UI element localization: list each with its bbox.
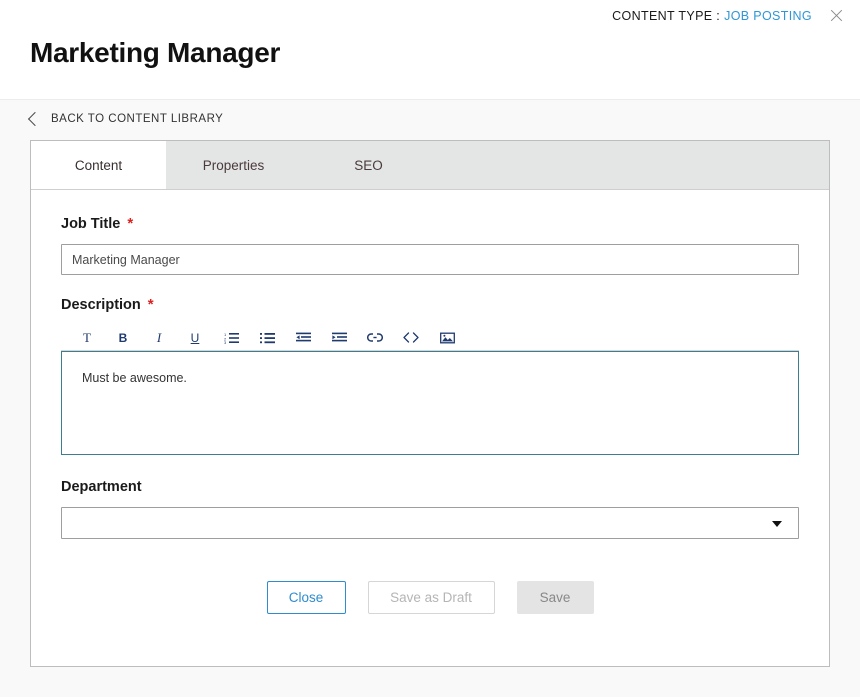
content-tab-panel: Job Title * Description * T B	[31, 190, 829, 614]
tab-bar: Content Properties SEO	[31, 141, 829, 190]
back-link-label: BACK TO CONTENT LIBRARY	[51, 113, 224, 125]
svg-text:3: 3	[224, 340, 227, 344]
back-nav-strip: BACK TO CONTENT LIBRARY	[0, 101, 860, 141]
editor-toolbar: T B I U 1 2 3	[61, 325, 799, 351]
outdent-icon[interactable]	[285, 326, 321, 350]
description-required-marker: *	[147, 296, 154, 313]
content-type-value[interactable]: JOB POSTING	[724, 9, 812, 23]
close-icon[interactable]	[829, 8, 844, 23]
department-select[interactable]	[61, 507, 799, 539]
indent-icon[interactable]	[321, 326, 357, 350]
link-icon[interactable]	[357, 326, 393, 350]
bold-glyph: B	[118, 330, 128, 345]
chevron-left-icon	[27, 111, 43, 126]
form-actions: Close Save as Draft Save	[61, 581, 799, 614]
department-select-wrap	[61, 507, 799, 539]
job-title-label: Job Title	[61, 216, 121, 232]
tab-content[interactable]: Content	[31, 141, 166, 189]
bold-icon[interactable]: B	[105, 326, 141, 350]
ordered-list-icon[interactable]: 1 2 3	[213, 326, 249, 350]
job-title-required-marker: *	[127, 215, 134, 232]
close-button[interactable]: Close	[266, 581, 346, 614]
department-label-row: Department	[61, 479, 799, 495]
back-to-content-library-link[interactable]: BACK TO CONTENT LIBRARY	[27, 111, 224, 126]
job-title-label-row: Job Title *	[61, 216, 799, 232]
tab-seo[interactable]: SEO	[301, 141, 436, 189]
job-title-input[interactable]	[61, 244, 799, 275]
underline-glyph: U	[190, 330, 200, 345]
tab-properties[interactable]: Properties	[166, 141, 301, 189]
unordered-list-icon[interactable]	[249, 326, 285, 350]
job-title-field-group: Job Title *	[61, 216, 799, 275]
page-header: CONTENT TYPE : JOB POSTING Marketing Man…	[0, 0, 860, 100]
department-field-group: Department	[61, 479, 799, 539]
text-style-glyph: T	[83, 330, 91, 345]
description-label: Description	[61, 297, 141, 313]
text-style-icon[interactable]: T	[69, 326, 105, 350]
page-title: Marketing Manager	[30, 37, 281, 68]
description-label-row: Description *	[61, 297, 799, 313]
save-button[interactable]: Save	[516, 581, 594, 614]
content-type-row: CONTENT TYPE : JOB POSTING	[612, 8, 844, 23]
code-icon[interactable]	[393, 326, 429, 350]
underline-icon[interactable]: U	[177, 326, 213, 350]
description-editor-input[interactable]: Must be awesome.	[61, 351, 799, 455]
image-icon[interactable]	[429, 326, 465, 350]
description-field-group: Description * T B I U 1 2 3 Must be awes…	[61, 297, 799, 455]
italic-glyph: I	[156, 330, 162, 345]
editor-card: Content Properties SEO Job Title * Descr…	[30, 140, 830, 667]
rich-text-editor: T B I U 1 2 3 Must be awesome.	[61, 325, 799, 455]
italic-icon[interactable]: I	[141, 326, 177, 350]
content-type-label: CONTENT TYPE :	[612, 8, 721, 23]
department-label: Department	[61, 479, 142, 495]
save-as-draft-button[interactable]: Save as Draft	[367, 581, 495, 614]
